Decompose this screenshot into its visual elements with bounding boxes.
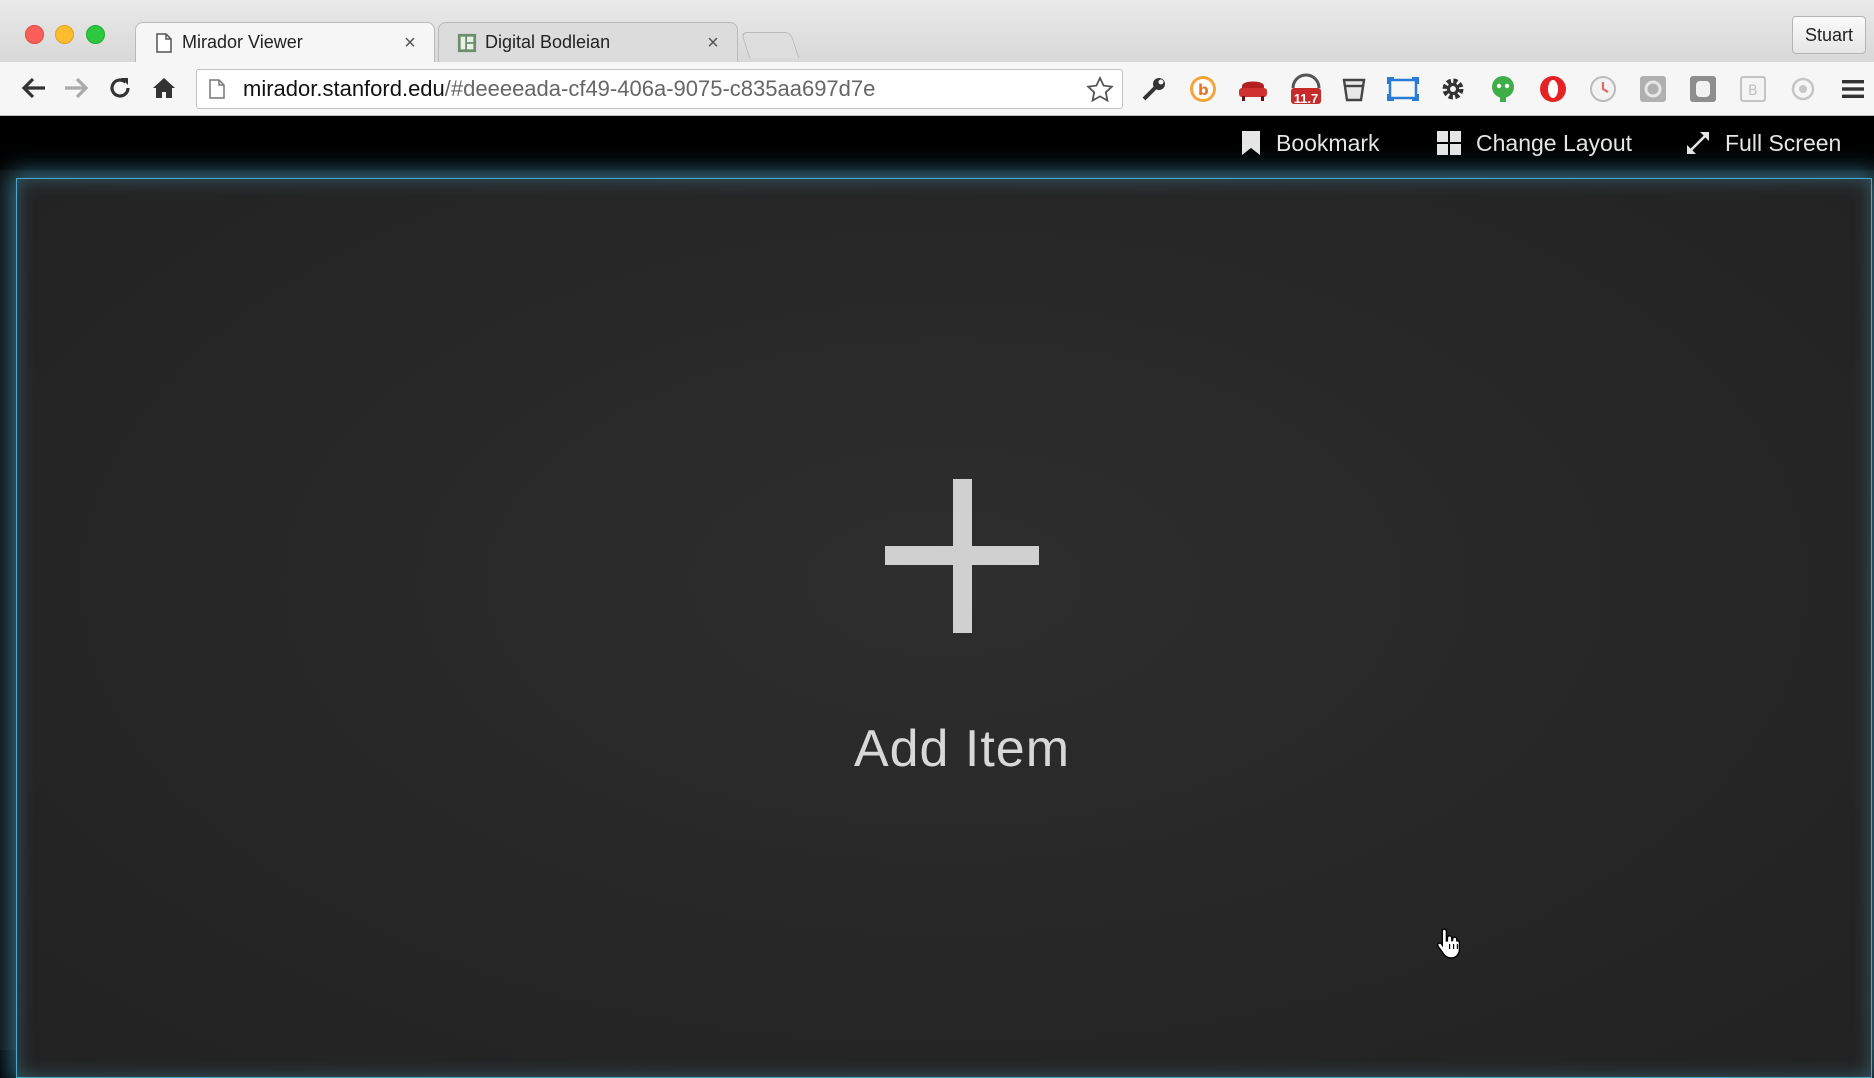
close-window-button[interactable] (25, 25, 44, 44)
hand-cursor-icon (1436, 928, 1461, 959)
minimize-window-button[interactable] (55, 25, 74, 44)
new-tab-button[interactable] (740, 32, 800, 58)
page-icon (207, 77, 227, 101)
hamburger-menu-icon (1842, 80, 1864, 98)
close-tab-icon[interactable]: × (400, 33, 420, 53)
bookmark-label: Bookmark (1276, 129, 1380, 156)
clock-icon (1590, 76, 1616, 102)
url-host: mirador.stanford.edu (243, 76, 445, 101)
badge-count: 11.7 (1293, 91, 1319, 106)
opera-icon (1540, 76, 1566, 102)
couch-extension-button[interactable] (1236, 72, 1270, 106)
change-layout-label: Change Layout (1476, 129, 1633, 156)
badge-counter-extension-button[interactable]: 11.7 (1286, 72, 1326, 106)
b-extension-button[interactable]: B (1736, 72, 1770, 106)
circle-extension-button[interactable] (1786, 72, 1820, 106)
square-extension-icon (1690, 76, 1716, 102)
url-path: /#deeeeada-cf49-406a-9075-c835aa697d7e (444, 76, 876, 101)
layout-grid-icon (1437, 131, 1461, 155)
screen-capture-icon (1387, 77, 1419, 101)
profile-button[interactable]: Stuart (1791, 16, 1866, 54)
address-bar[interactable]: mirador.stanford.edu/#deeeeada-cf49-406a… (196, 69, 1123, 109)
home-icon (153, 78, 175, 98)
forward-arrow-icon (65, 77, 89, 99)
cup-extension-button[interactable] (1337, 72, 1371, 106)
svg-text:B: B (1748, 83, 1758, 99)
evernote-icon (1492, 76, 1514, 102)
evernote-extension-button[interactable] (1486, 72, 1520, 106)
bodleian-favicon-icon (457, 32, 477, 54)
plus-icon (885, 479, 1039, 633)
mirador-menu-bar: Bookmark Change Layout Full Screen (0, 116, 1874, 170)
close-tab-icon[interactable]: × (703, 33, 723, 53)
workspace-slot[interactable]: Add Item (16, 178, 1872, 1078)
svg-text:b: b (1198, 81, 1209, 99)
tab-digital-bodleian[interactable]: Digital Bodleian × (438, 22, 738, 62)
circle-extension-icon (1791, 77, 1815, 101)
back-arrow-icon (21, 77, 45, 99)
add-item-button[interactable]: Add Item (837, 479, 1087, 799)
browser-tab-strip: Mirador Viewer × Digital Bodleian × Stua… (0, 0, 1874, 62)
clock-extension-button[interactable] (1586, 72, 1620, 106)
wrench-icon (1142, 78, 1165, 101)
tab-mirador-viewer[interactable]: Mirador Viewer × (135, 22, 435, 62)
b-extension-icon: B (1740, 76, 1766, 102)
home-button[interactable] (146, 70, 182, 106)
opera-extension-button[interactable] (1536, 72, 1570, 106)
reload-icon (110, 78, 130, 98)
add-item-label: Add Item (853, 720, 1071, 778)
bitly-extension-button[interactable]: b (1186, 72, 1220, 106)
cup-icon (1342, 78, 1366, 102)
zoom-window-button[interactable] (86, 25, 105, 44)
gear-icon (1442, 78, 1464, 100)
back-button[interactable] (16, 70, 52, 106)
full-screen-label: Full Screen (1725, 129, 1842, 156)
browser-toolbar: mirador.stanford.edu/#deeeeada-cf49-406a… (0, 62, 1874, 116)
bookmark-icon (1242, 131, 1260, 155)
wrench-extension-button[interactable] (1137, 72, 1171, 106)
bitly-icon: b (1190, 76, 1216, 102)
mirador-workspace: Add Item (0, 170, 1874, 1078)
reload-button[interactable] (102, 70, 138, 106)
tab-title: Digital Bodleian (485, 32, 611, 52)
chrome-menu-button[interactable] (1836, 72, 1870, 106)
page-icon (154, 32, 174, 54)
forward-button[interactable] (58, 70, 94, 106)
screen-capture-extension-button[interactable] (1386, 72, 1420, 106)
change-layout-button[interactable]: Change Layout (1436, 116, 1632, 170)
bookmark-button[interactable]: Bookmark (1240, 116, 1380, 170)
grey-extension-icon (1640, 76, 1666, 102)
star-icon (1086, 76, 1114, 103)
settings-extension-button[interactable] (1436, 72, 1470, 106)
expand-arrows-icon (1687, 132, 1709, 154)
grey-extension-button[interactable] (1636, 72, 1670, 106)
tab-title: Mirador Viewer (182, 32, 303, 52)
square-extension-button[interactable] (1686, 72, 1720, 106)
couch-icon (1239, 81, 1267, 101)
full-screen-button[interactable]: Full Screen (1685, 116, 1841, 170)
bookmark-star-button[interactable] (1084, 74, 1116, 106)
